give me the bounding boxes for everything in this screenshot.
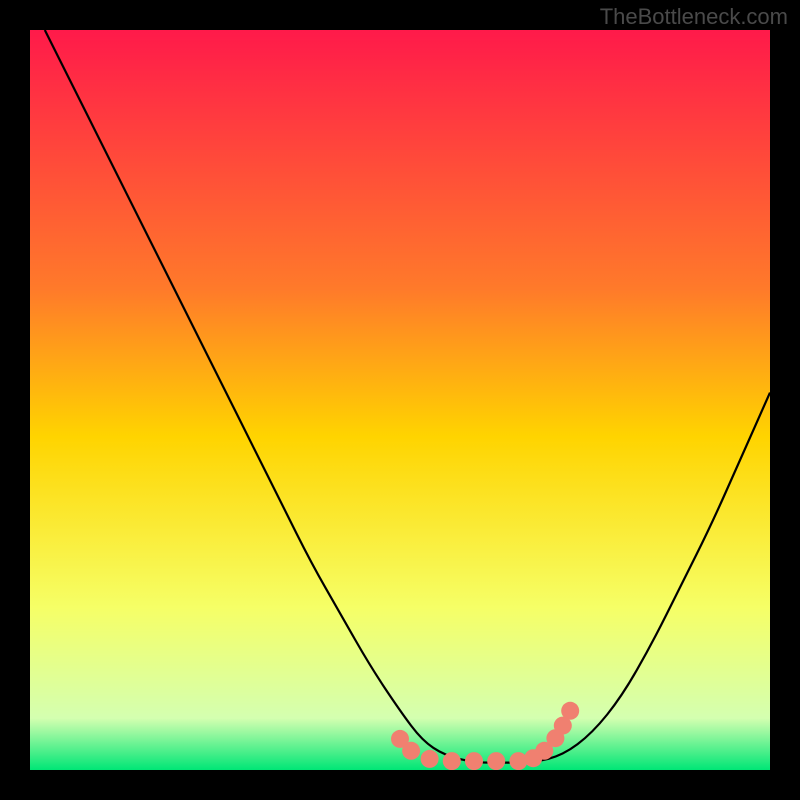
chart-svg — [30, 30, 770, 770]
gradient-background — [30, 30, 770, 770]
highlight-dot — [487, 752, 505, 770]
highlight-dot — [465, 752, 483, 770]
highlight-dot — [421, 750, 439, 768]
bottleneck-chart — [30, 30, 770, 770]
watermark-text: TheBottleneck.com — [600, 4, 788, 30]
highlight-dot — [561, 702, 579, 720]
highlight-dot — [402, 742, 420, 760]
highlight-dot — [443, 752, 461, 770]
